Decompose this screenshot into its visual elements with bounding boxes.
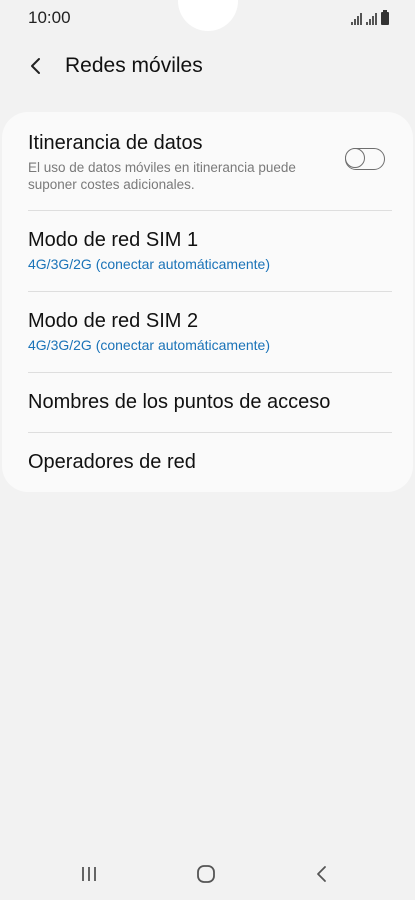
settings-card: Itinerancia de datos El uso de datos móv…: [2, 112, 413, 492]
chevron-left-icon[interactable]: [24, 54, 48, 78]
divider: [28, 372, 392, 373]
sim2-network-mode-row[interactable]: Modo de red SIM 2 4G/3G/2G (conectar aut…: [28, 310, 393, 353]
data-roaming-row[interactable]: Itinerancia de datos El uso de datos móv…: [28, 132, 393, 193]
divider: [28, 210, 392, 211]
battery-icon: [381, 10, 389, 25]
navigation-bar: [0, 850, 415, 900]
sim2-network-mode-value: 4G/3G/2G (conectar automáticamente): [28, 337, 270, 353]
toggle-knob: [345, 148, 365, 168]
network-operators-title: Operadores de red: [28, 451, 196, 473]
data-roaming-title: Itinerancia de datos: [28, 132, 203, 154]
page-title: Redes móviles: [65, 54, 203, 77]
signal-sim2-icon: [366, 13, 377, 25]
sim1-network-mode-title: Modo de red SIM 1: [28, 229, 199, 251]
home-icon[interactable]: [191, 862, 221, 886]
back-icon[interactable]: [307, 862, 337, 886]
app-header: Redes móviles: [0, 46, 415, 86]
phone-screen: 10:00 Redes móviles Itinerancia de datos…: [0, 0, 415, 900]
camera-notch: [178, 0, 238, 31]
status-bar: 10:00: [0, 0, 415, 34]
sim1-network-mode-row[interactable]: Modo de red SIM 1 4G/3G/2G (conectar aut…: [28, 229, 393, 272]
divider: [28, 432, 392, 433]
status-icons: [351, 9, 389, 25]
status-time: 10:00: [28, 8, 71, 27]
signal-sim1-icon: [351, 13, 362, 25]
data-roaming-description: El uso de datos móviles en itinerancia p…: [28, 160, 296, 192]
divider: [28, 291, 392, 292]
recent-apps-icon[interactable]: [74, 862, 104, 886]
data-roaming-toggle[interactable]: [345, 148, 385, 170]
access-point-names-row[interactable]: Nombres de los puntos de acceso: [28, 391, 393, 414]
access-point-names-title: Nombres de los puntos de acceso: [28, 391, 331, 413]
sim2-network-mode-title: Modo de red SIM 2: [28, 310, 199, 332]
sim1-network-mode-value: 4G/3G/2G (conectar automáticamente): [28, 256, 270, 272]
network-operators-row[interactable]: Operadores de red: [28, 451, 393, 474]
